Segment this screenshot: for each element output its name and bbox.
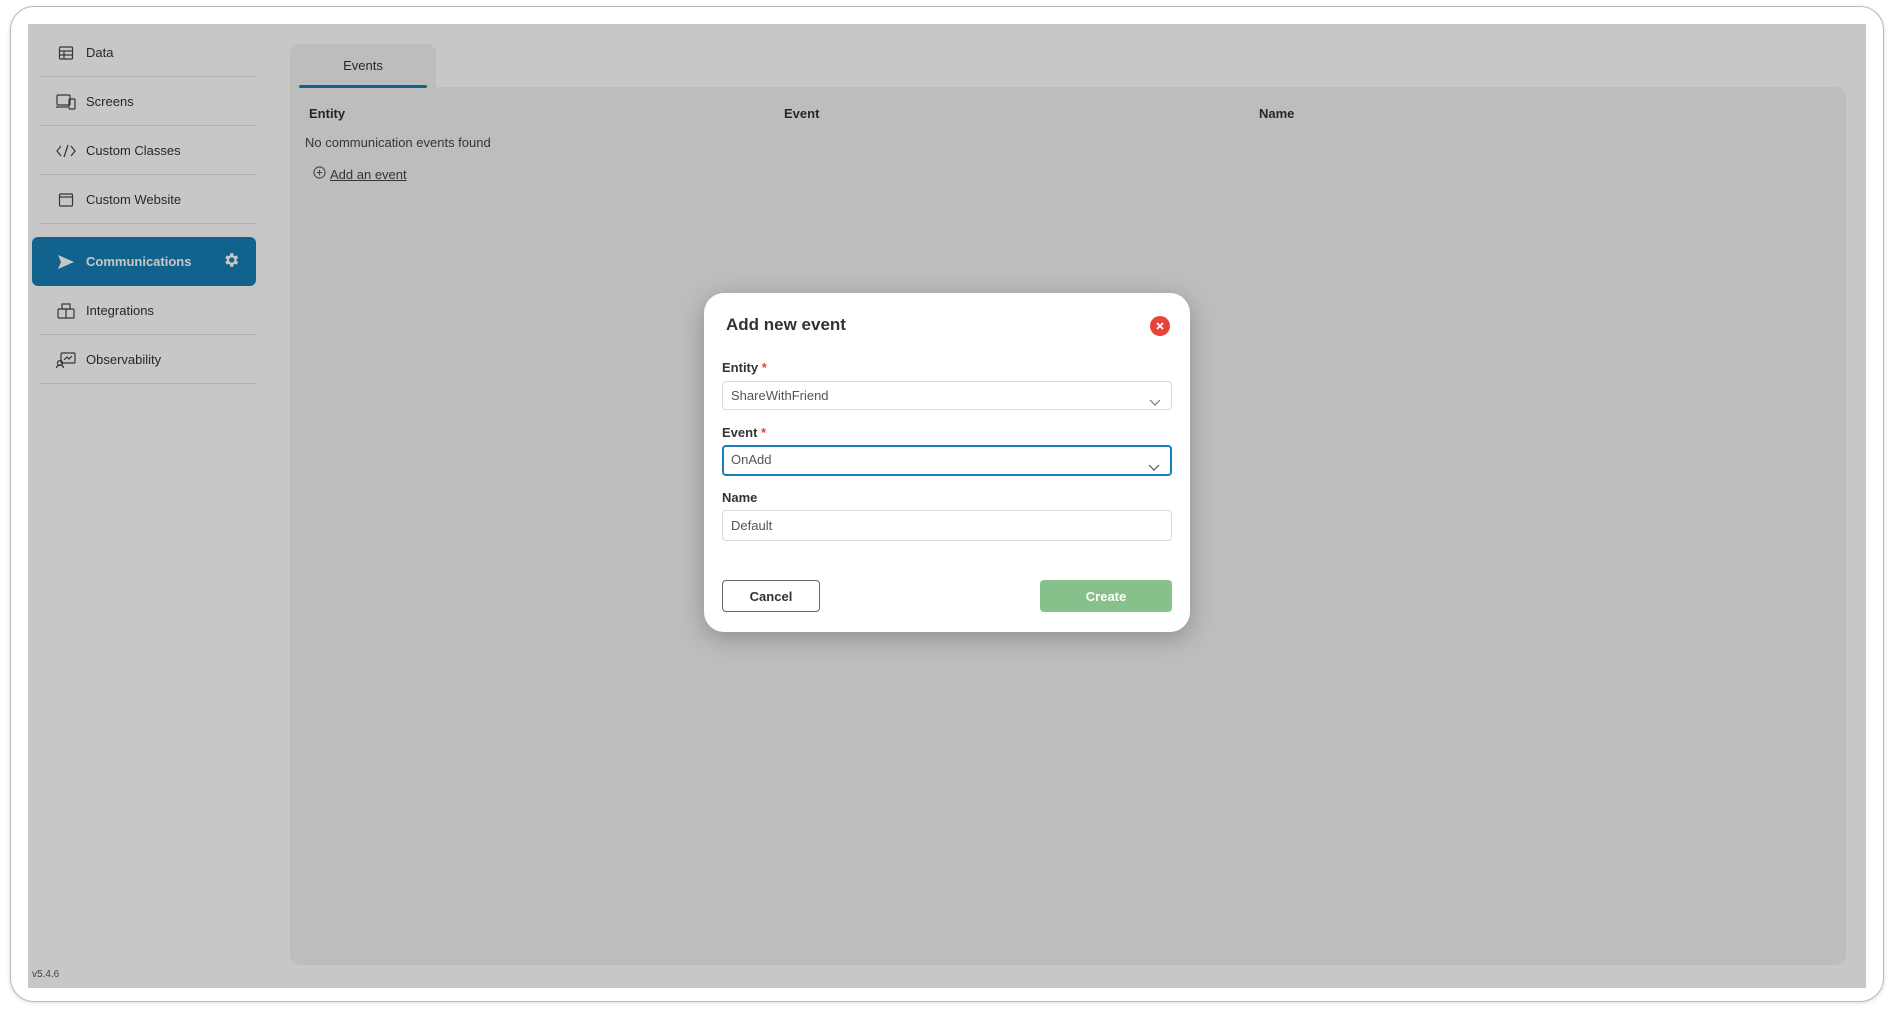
required-mark: * [761,425,767,440]
entity-label: Entity * [722,360,767,375]
entity-label-text: Entity [722,360,759,375]
dialog-title: Add new event [726,315,846,334]
event-select-value: OnAdd [731,452,772,467]
entity-select[interactable]: ShareWithFriend [722,381,1172,410]
name-label: Name [722,490,758,505]
event-select[interactable]: OnAdd [722,445,1172,476]
event-label-text: Event [722,425,758,440]
create-button[interactable]: Create [1040,580,1172,612]
cancel-button[interactable]: Cancel [722,580,820,612]
event-label: Event * [722,425,766,440]
chevron-down-icon [1148,456,1160,471]
name-field[interactable] [722,510,1172,541]
entity-select-value: ShareWithFriend [731,388,829,403]
add-event-dialog: Add new event Entity * ShareWithFriend E… [704,293,1190,632]
required-mark: * [761,360,767,375]
close-icon[interactable] [1150,316,1170,336]
chevron-down-icon [1149,390,1161,406]
name-input[interactable] [731,511,1171,540]
